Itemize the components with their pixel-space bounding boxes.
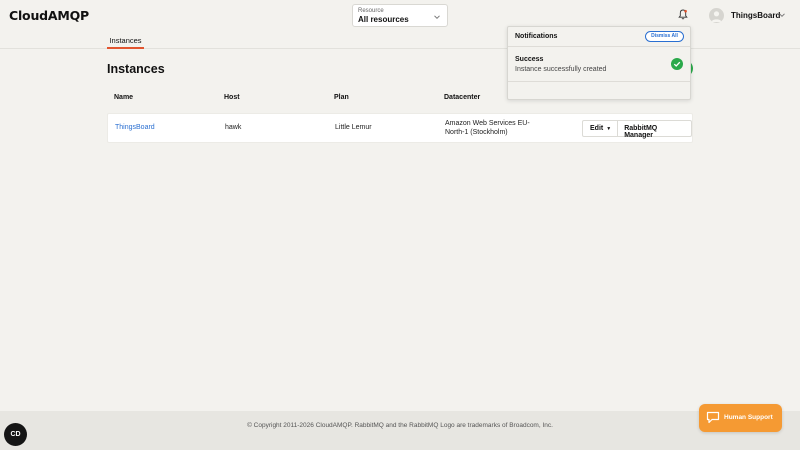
bell-icon[interactable] [678,9,688,20]
tab-instances[interactable]: Instances [107,32,144,49]
rabbitmq-manager-button[interactable]: RabbitMQ Manager [618,121,691,139]
column-header-datacenter: Datacenter [444,94,481,101]
human-support-button[interactable]: Human Support [699,404,782,432]
edit-button[interactable]: Edit ▼ [583,121,619,136]
dismiss-all-button[interactable]: Dismiss All [645,31,684,42]
chevron-down-icon [434,15,440,20]
chevron-down-icon[interactable] [778,11,786,19]
cd-badge[interactable]: CD [4,423,27,446]
instance-datacenter: Amazon Web Services EU-North-1 (Stockhol… [445,120,530,136]
row-actions: Edit ▼ RabbitMQ Manager [582,120,692,139]
footer-copyright: © Copyright 2011-2026 CloudAMQP. RabbitM… [247,422,553,429]
app-logo[interactable]: CloudAMQP [9,8,89,23]
page-title: Instances [107,62,165,76]
column-header-host: Host [224,94,240,101]
instance-plan: Little Lemur [335,124,372,131]
resource-select[interactable]: Resource All resources [352,4,448,27]
user-icon [711,11,722,22]
instance-name-link[interactable]: ThingsBoard [115,124,155,131]
user-name[interactable]: ThingsBoard [731,11,780,20]
human-support-label: Human Support [724,414,773,421]
notification-item: Success Instance successfully created [508,48,690,82]
footer: © Copyright 2011-2026 CloudAMQP. RabbitM… [0,411,800,450]
edit-button-label: Edit [590,125,604,132]
avatar[interactable] [709,8,724,23]
caret-down-icon: ▼ [606,126,612,132]
column-header-name: Name [114,94,134,101]
instance-host: hawk [225,124,242,131]
notifications-title: Notifications [515,33,558,40]
table-row: ThingsBoard hawk Little Lemur Amazon Web… [107,113,693,143]
notifications-panel: Notifications Dismiss All Success Instan… [507,26,691,100]
column-header-plan: Plan [334,94,349,101]
notifications-header: Notifications Dismiss All [508,27,690,47]
notification-title: Success [515,56,544,63]
check-circle-icon [671,58,683,70]
chat-bubble-icon [706,411,720,424]
notification-message: Instance successfully created [515,66,607,73]
